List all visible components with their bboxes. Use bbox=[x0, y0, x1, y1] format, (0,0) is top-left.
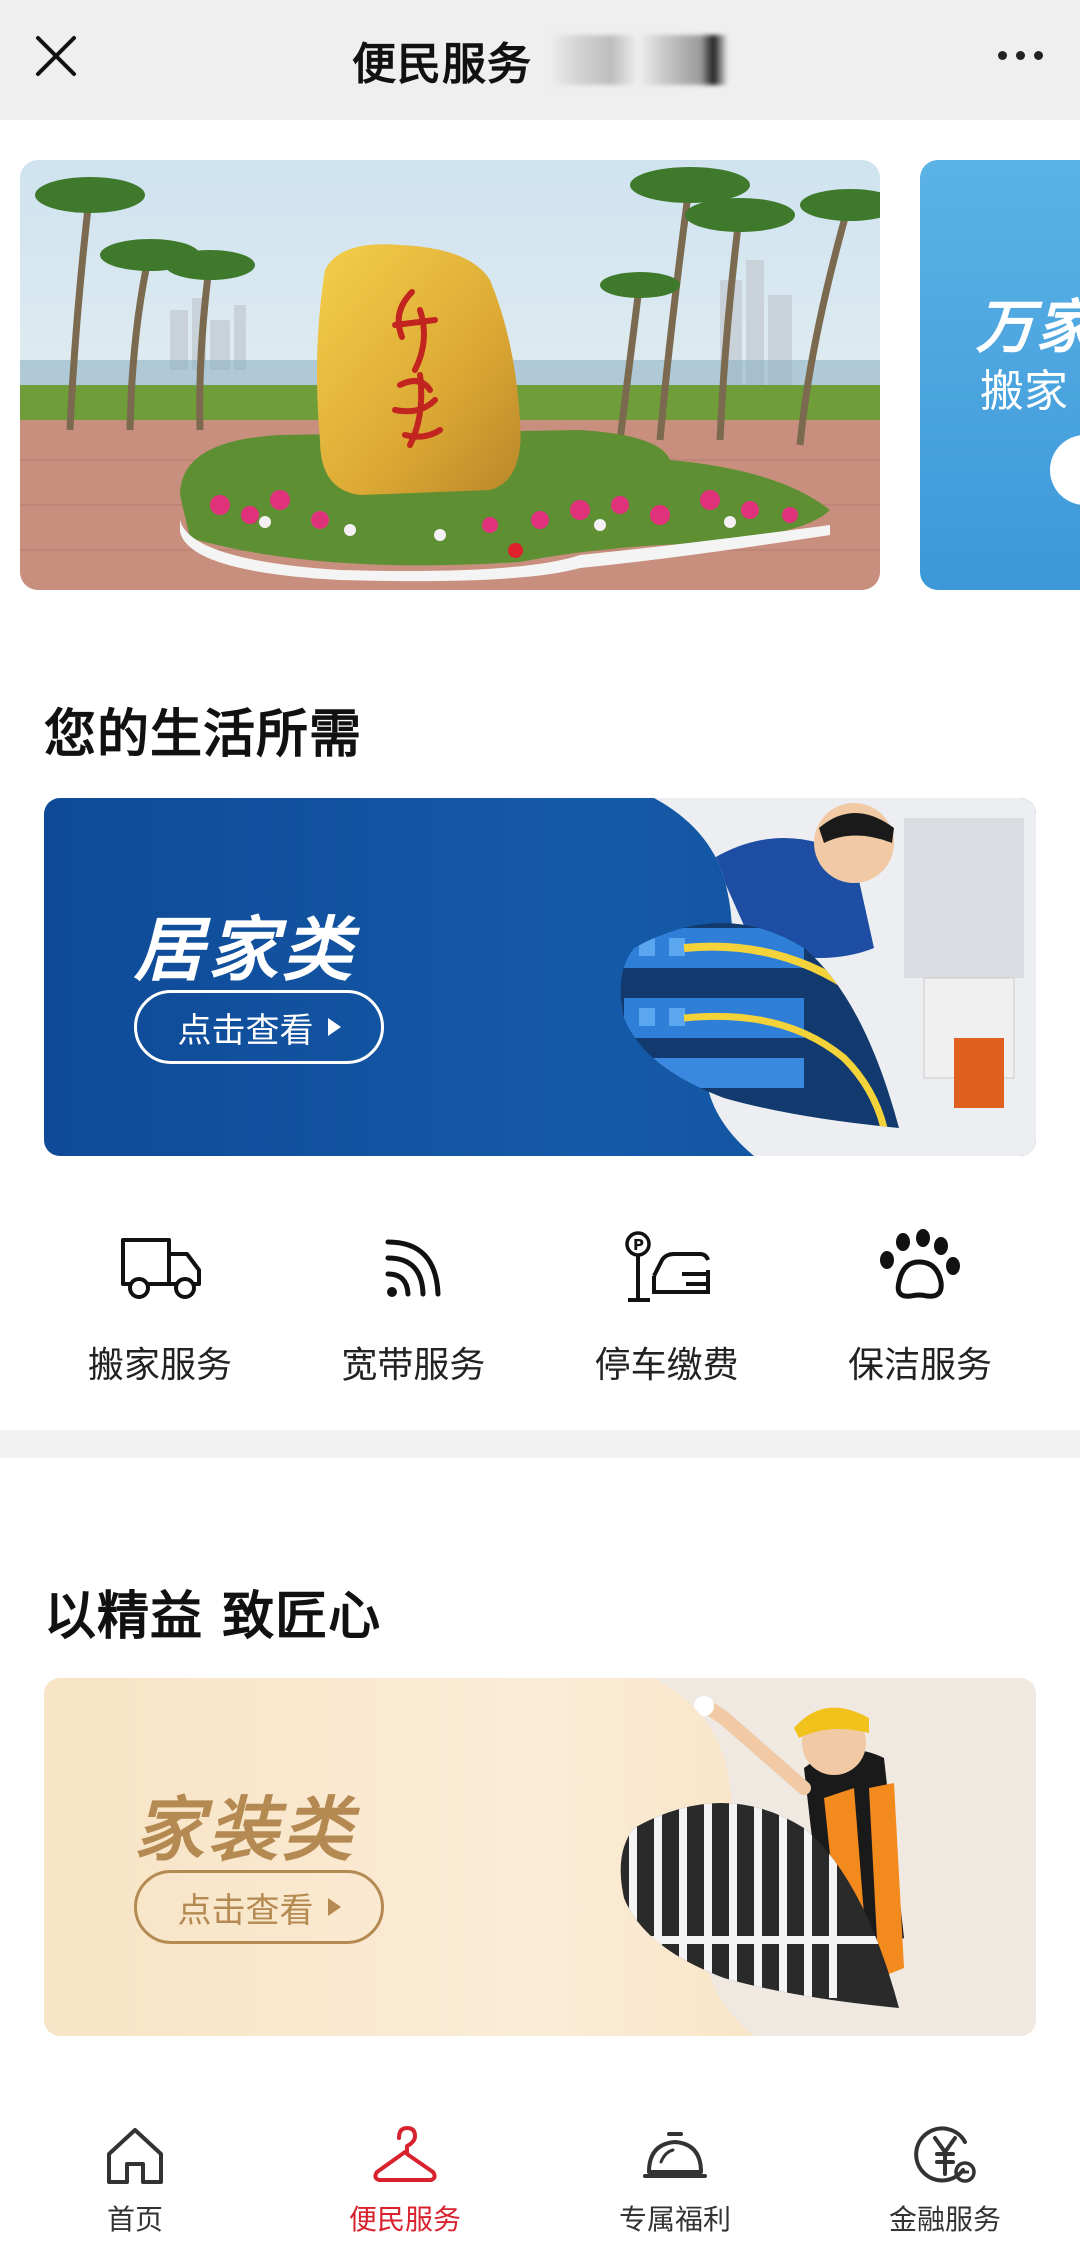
qianhai-park-image bbox=[20, 160, 880, 590]
svg-text:P: P bbox=[633, 1236, 644, 1254]
service-label: 宽带服务 bbox=[341, 1345, 486, 1386]
service-cleaning[interactable]: 保洁服务 bbox=[800, 1228, 1040, 1408]
carousel-indicator bbox=[508, 543, 523, 558]
play-triangle-icon bbox=[327, 1898, 341, 1916]
page: 便民服务 万 搬家 您的生活所需 居家类 点击查看 搬家服务 宽带服务 P 停车… bbox=[0, 0, 1080, 2254]
home-icon bbox=[107, 2128, 163, 2184]
parking-car-icon: P bbox=[624, 1231, 710, 1302]
close-icon bbox=[36, 36, 76, 76]
home-category-card[interactable]: 居家类 点击查看 bbox=[44, 798, 1036, 1156]
nav-finance[interactable]: 金融服务 bbox=[810, 2110, 1080, 2254]
section-divider bbox=[0, 1430, 1080, 1458]
bell-icon bbox=[643, 2132, 707, 2178]
next-banner-title: 万家 bbox=[976, 293, 1080, 361]
home-view-button[interactable]: 点击查看 bbox=[134, 990, 384, 1064]
service-moving[interactable]: 搬家服务 bbox=[40, 1228, 280, 1408]
more-dot-icon bbox=[997, 50, 1007, 60]
banner-slide-qianhai[interactable] bbox=[20, 160, 880, 590]
truck-icon bbox=[121, 1238, 201, 1299]
service-parking[interactable]: P 停车缴费 bbox=[547, 1228, 787, 1408]
service-label: 保洁服务 bbox=[847, 1345, 992, 1386]
service-label: 停车缴费 bbox=[594, 1345, 739, 1386]
nav-label: 便民服务 bbox=[348, 2203, 461, 2236]
more-dot-icon bbox=[1033, 50, 1043, 60]
technician-network-image bbox=[620, 798, 1036, 1156]
redacted-title-suffix bbox=[548, 35, 728, 85]
page-title-text: 便民服务 bbox=[352, 39, 532, 90]
section-title-life: 您的生活所需 bbox=[44, 705, 363, 765]
section-title-craft: 以精益 致匠心 bbox=[44, 1587, 382, 1647]
next-banner-subtitle: 搬家 bbox=[980, 366, 1068, 417]
home-category-label: 居家类 bbox=[134, 909, 356, 991]
decor-category-label: 家装类 bbox=[134, 1789, 356, 1871]
nav-label: 首页 bbox=[106, 2203, 163, 2236]
paw-icon bbox=[879, 1229, 960, 1299]
painter-worker-image bbox=[620, 1678, 1036, 2036]
home-view-button-label: 点击查看 bbox=[177, 1010, 314, 1051]
play-triangle-icon bbox=[327, 1018, 341, 1036]
more-options-button[interactable] bbox=[990, 40, 1050, 70]
wifi-icon bbox=[385, 1239, 441, 1297]
nav-home[interactable]: 首页 bbox=[0, 2110, 270, 2254]
decor-category-card[interactable]: 家装类 点击查看 bbox=[44, 1678, 1036, 2036]
top-bar: 便民服务 bbox=[0, 0, 1080, 120]
nav-services[interactable]: 便民服务 bbox=[270, 2110, 540, 2254]
nav-label: 专属福利 bbox=[618, 2203, 731, 2236]
nav-label: 金融服务 bbox=[888, 2203, 1001, 2236]
bottom-navigation: 首页 便民服务 专属福利 金融服务 bbox=[0, 2110, 1080, 2254]
close-button[interactable] bbox=[30, 30, 82, 82]
nav-benefits[interactable]: 专属福利 bbox=[540, 2110, 810, 2254]
decor-view-button[interactable]: 点击查看 bbox=[134, 1870, 384, 1944]
hanger-icon bbox=[373, 2126, 437, 2182]
service-shortcuts: 搬家服务 宽带服务 P 停车缴费 保洁服务 bbox=[40, 1228, 1040, 1408]
page-title: 便民服务 bbox=[352, 28, 728, 92]
yuan-icon bbox=[914, 2126, 976, 2183]
service-broadband[interactable]: 宽带服务 bbox=[293, 1228, 533, 1408]
decor-view-button-label: 点击查看 bbox=[177, 1890, 314, 1931]
more-dot-icon bbox=[1015, 50, 1025, 60]
banner-slide-next[interactable]: 万家 搬家 bbox=[920, 160, 1080, 590]
service-label: 搬家服务 bbox=[87, 1345, 232, 1386]
next-banner-button bbox=[1050, 435, 1080, 505]
